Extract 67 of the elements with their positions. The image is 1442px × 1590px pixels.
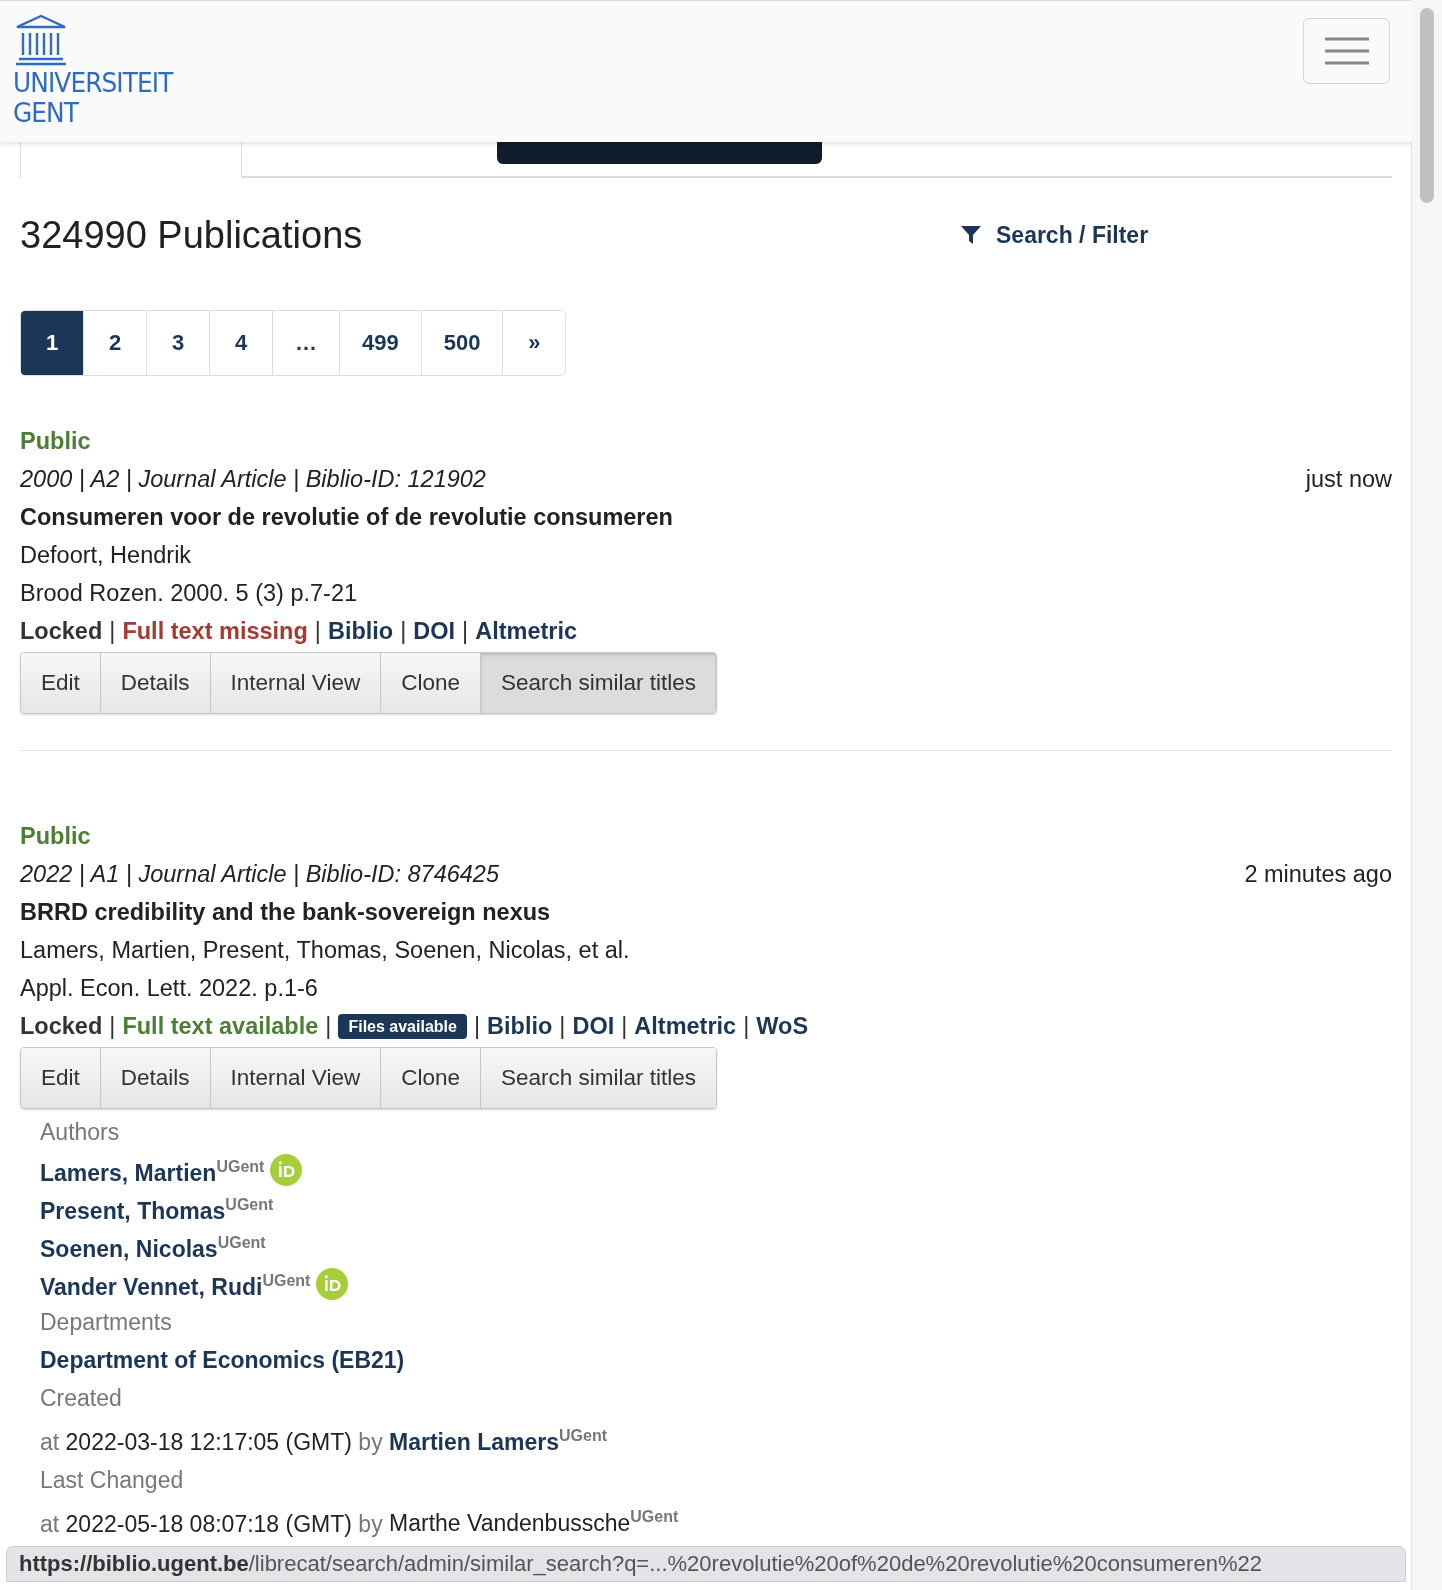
action-button[interactable]: Details	[100, 1048, 211, 1108]
tab[interactable]	[20, 140, 242, 178]
event-text: at 2022-03-18 12:17:05 (GMT) by Martien Lamers$^{UGent}$	[40, 1426, 609, 1457]
section-label: Last Changed	[40, 1465, 185, 1495]
record-link[interactable]: DOI	[572, 1007, 615, 1045]
action-button[interactable]: Edit	[21, 653, 101, 713]
record-authors: Lamers, Martien, Present, Thomas, Soenen, Nicolas, et al.	[20, 936, 631, 965]
lock-status: Locked	[20, 1012, 103, 1041]
separator: |	[559, 1012, 566, 1041]
record-link[interactable]: Altmetric	[475, 612, 578, 650]
filter-link[interactable]: Search / Filter	[960, 221, 1149, 249]
scrollbar[interactable]	[1411, 0, 1442, 1590]
action-button[interactable]: Details	[100, 653, 211, 713]
section-label: Created	[40, 1384, 123, 1413]
orcid-icon[interactable]	[270, 1154, 303, 1186]
separator: |	[473, 1012, 481, 1041]
building-icon	[13, 13, 69, 67]
menu-button[interactable]	[1303, 18, 1390, 84]
separator: |	[462, 617, 469, 646]
action-button[interactable]: Search similar titles	[481, 1048, 717, 1108]
logo-text[interactable]: GENT	[13, 99, 173, 127]
record-link[interactable]: WoS	[756, 1007, 809, 1045]
action-button[interactable]: Internal View	[210, 1048, 382, 1108]
action-button[interactable]: Clone	[381, 653, 482, 713]
record-title: Consumeren voor de revolutie of de revolutie consumeren	[20, 503, 674, 532]
separator: |	[314, 617, 321, 646]
record-link[interactable]: Biblio	[487, 1007, 553, 1045]
record-meta: 2022 | A1 | Journal Article | Biblio-ID: 8746425	[20, 860, 499, 889]
separator: |	[400, 617, 407, 646]
page-link[interactable]: 1	[21, 311, 84, 375]
record-link[interactable]: Biblio	[327, 612, 394, 650]
record-meta: 2000 | A2 | Journal Article | Biblio-ID: 121902	[20, 465, 486, 494]
separator: |	[621, 1012, 628, 1041]
visibility-status: Public	[20, 822, 92, 851]
menu-icon	[1324, 36, 1369, 66]
timestamp: 2 minutes ago	[1244, 860, 1392, 889]
orcid-icon[interactable]	[316, 1268, 349, 1300]
record-link[interactable]: Full text missing	[122, 612, 308, 650]
action-button[interactable]: Internal View	[210, 653, 382, 713]
status-url: https://biblio.ugent.be/librecat/search/admin/similar_search?q=...%20revolutie%20of%20de%20revolutie%20consumeren%22	[6, 1546, 1406, 1582]
event-text: at 2022-05-18 08:07:18 (GMT) by Marthe Vandenbussche$^{UGent}$	[40, 1507, 680, 1539]
action-button[interactable]: Clone	[381, 1048, 482, 1108]
section-label: Authors	[40, 1118, 121, 1147]
record-source: Appl. Econ. Lett. 2022. p.1-6	[20, 974, 319, 1003]
person-link[interactable]: Martien Lamers$^{UGent}$	[389, 1428, 608, 1455]
files-badge: Files available	[338, 1013, 467, 1039]
separator: |	[109, 1012, 116, 1041]
filter-icon	[960, 224, 982, 246]
department-link[interactable]: Department of Economics (EB21)	[40, 1341, 1392, 1379]
lock-status: Locked	[20, 617, 103, 646]
action-button[interactable]: Edit	[21, 1048, 101, 1108]
record-source: Brood Rozen. 2000. 5 (3) p.7-21	[20, 579, 359, 608]
record-link[interactable]: Altmetric	[634, 1007, 737, 1045]
logo-text[interactable]: UNIVERSITEIT	[13, 69, 173, 97]
separator: |	[743, 1012, 750, 1041]
action-button[interactable]: Search similar titles	[481, 653, 717, 713]
record-authors: Defoort, Hendrik	[20, 541, 193, 570]
record-link[interactable]: DOI	[413, 612, 456, 650]
separator: |	[325, 1012, 332, 1041]
record-link[interactable]: Full text available	[122, 1007, 319, 1045]
record-title: BRRD credibility and the bank-sovereign nexus	[20, 898, 552, 927]
timestamp: just now	[1305, 465, 1392, 494]
dark-button[interactable]	[497, 140, 822, 164]
page-title: 324990 Publications	[20, 213, 364, 257]
visibility-status: Public	[20, 427, 92, 456]
separator: |	[109, 617, 116, 646]
section-label: Departments	[40, 1308, 173, 1337]
